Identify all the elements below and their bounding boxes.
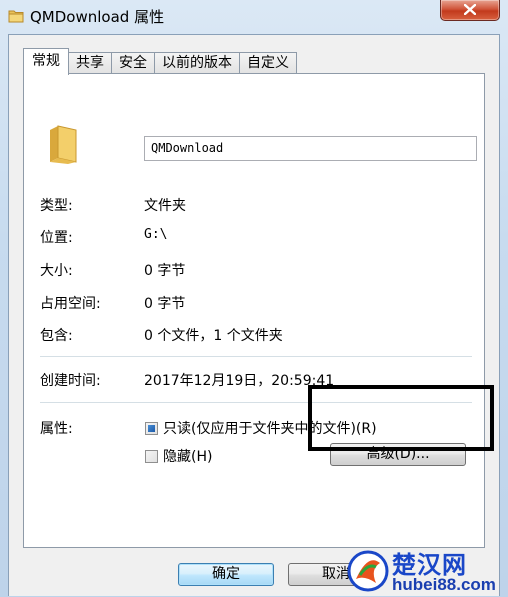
folder-name-input[interactable]: QMDownload [144, 136, 477, 161]
watermark-logo-icon [346, 549, 390, 597]
contains-label: 包含: [40, 328, 73, 344]
size-on-disk-label: 占用空间: [40, 296, 101, 312]
readonly-checkbox[interactable] [145, 422, 158, 435]
created-value: 2017年12月19日，20:59:41 [144, 373, 335, 389]
tab-general[interactable]: 常规 [23, 48, 69, 75]
separator [40, 356, 472, 357]
tab-security[interactable]: 安全 [111, 52, 155, 74]
hidden-label[interactable]: 隐藏(H) [163, 446, 212, 466]
folder-icon [8, 9, 24, 23]
attributes-label: 属性: [40, 421, 73, 437]
advanced-button[interactable]: 高级(D)... [330, 443, 466, 466]
hidden-checkbox[interactable] [145, 450, 158, 463]
tab-previous-versions[interactable]: 以前的版本 [154, 52, 240, 74]
size-on-disk-value: 0 字节 [144, 296, 186, 312]
watermark-url: hubei88.com [392, 575, 496, 594]
type-value: 文件夹 [144, 198, 186, 214]
tab-customize[interactable]: 自定义 [239, 52, 297, 74]
created-label: 创建时间: [40, 373, 101, 389]
size-label: 大小: [40, 263, 73, 279]
window-title: QMDownload 属性 [30, 8, 165, 26]
type-label: 类型: [40, 198, 73, 214]
location-label: 位置: [40, 230, 73, 246]
title-bar[interactable]: QMDownload 属性 [0, 0, 508, 34]
folder-large-icon [46, 124, 80, 168]
contains-value: 0 个文件，1 个文件夹 [144, 328, 283, 344]
size-value: 0 字节 [144, 263, 186, 279]
separator [40, 402, 472, 403]
watermark: 楚汉网 hubei88.com [346, 545, 508, 596]
dialog-body: 常规 共享 安全 以前的版本 自定义 QMDownload 类型: 文件夹 位置… [8, 34, 500, 596]
location-value: G:\ [144, 227, 168, 242]
properties-window: QMDownload 属性 常规 共享 安全 以前的版本 自定义 QMDownl… [0, 0, 508, 596]
close-icon [464, 4, 476, 15]
close-button[interactable] [440, 0, 500, 21]
tab-strip: 常规 共享 安全 以前的版本 自定义 [23, 48, 297, 75]
tab-sharing[interactable]: 共享 [68, 52, 112, 74]
readonly-label[interactable]: 只读(仅应用于文件夹中的文件)(R) [163, 418, 377, 438]
general-panel: QMDownload 类型: 文件夹 位置: G:\ 大小: 0 字节 占用空间… [23, 73, 485, 548]
ok-button[interactable]: 确定 [178, 563, 274, 586]
